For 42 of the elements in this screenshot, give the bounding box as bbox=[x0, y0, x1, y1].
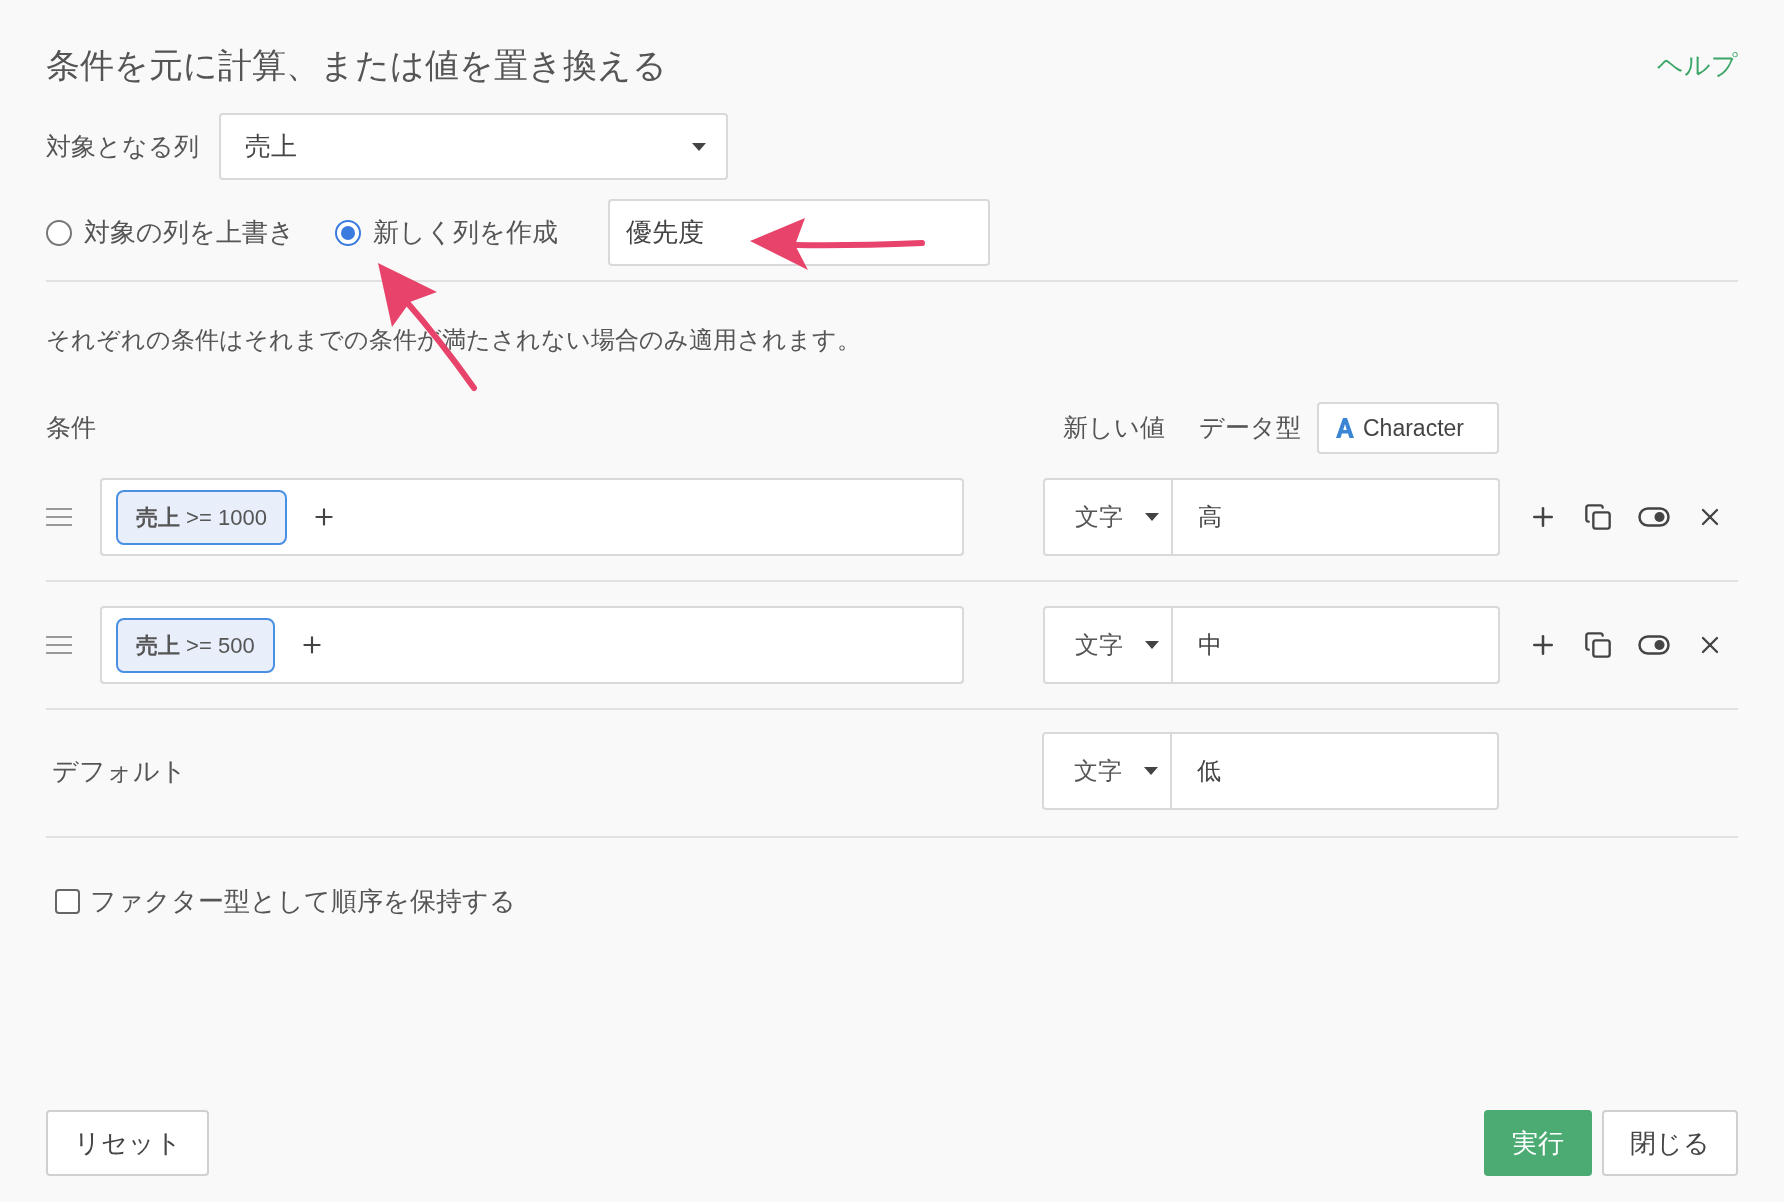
condition-chip[interactable]: 売上 >= 500 bbox=[116, 617, 275, 673]
radio-option[interactable]: 対象の列を上書き bbox=[46, 213, 295, 252]
caret-icon bbox=[1144, 767, 1158, 775]
caret-icon bbox=[692, 142, 706, 151]
target-column-value: 売上 bbox=[245, 130, 297, 163]
default-label: デフォルト bbox=[52, 754, 187, 788]
checkbox[interactable] bbox=[55, 889, 80, 914]
close-button[interactable]: 閉じる bbox=[1602, 1110, 1738, 1176]
new-value-label: 新しい値 bbox=[1063, 412, 1165, 444]
drag-handle-icon[interactable] bbox=[46, 508, 72, 526]
conditions-label: 条件 bbox=[46, 412, 96, 444]
radio-button[interactable] bbox=[46, 219, 72, 246]
caret-icon bbox=[1145, 641, 1159, 649]
caret-icon bbox=[1145, 513, 1159, 521]
data-type-label: データ型 bbox=[1199, 412, 1301, 444]
type-select[interactable]: 文字 bbox=[1045, 480, 1173, 554]
reset-button[interactable]: リセット bbox=[46, 1110, 209, 1176]
data-type-button[interactable]: Character bbox=[1317, 402, 1499, 454]
target-column-select[interactable]: 売上 bbox=[219, 113, 728, 180]
target-column-label: 対象となる列 bbox=[46, 130, 199, 162]
type-select-value: 文字 bbox=[1075, 630, 1123, 660]
type-select-value: 文字 bbox=[1074, 756, 1122, 786]
drag-handle-icon[interactable] bbox=[46, 636, 72, 654]
radio-option[interactable]: 新しく列を作成 bbox=[335, 213, 558, 252]
toggle-icon[interactable] bbox=[1638, 507, 1670, 527]
toggle-icon[interactable] bbox=[1638, 635, 1670, 655]
value-input[interactable]: 低 bbox=[1172, 734, 1497, 808]
dialog-title: 条件を元に計算、または値を置き換える bbox=[46, 45, 667, 86]
type-select[interactable]: 文字 bbox=[1044, 734, 1172, 808]
type-select-value: 文字 bbox=[1075, 502, 1123, 532]
value-input[interactable]: 高 bbox=[1173, 480, 1498, 554]
type-select[interactable]: 文字 bbox=[1045, 608, 1173, 682]
radio-button[interactable] bbox=[335, 219, 361, 246]
condition-chip[interactable]: 売上 >= 1000 bbox=[116, 489, 287, 545]
character-type-icon bbox=[1335, 417, 1355, 439]
copy-icon[interactable] bbox=[1584, 631, 1612, 659]
condition-field[interactable]: 売上 >= 1000 bbox=[100, 478, 964, 556]
new-column-input[interactable]: 優先度 bbox=[608, 199, 990, 266]
copy-icon[interactable] bbox=[1584, 503, 1612, 531]
value-input[interactable]: 中 bbox=[1173, 608, 1498, 682]
factor-option[interactable]: ファクター型として順序を保持する bbox=[55, 882, 1738, 921]
condition-field[interactable]: 売上 >= 500 bbox=[100, 606, 964, 684]
